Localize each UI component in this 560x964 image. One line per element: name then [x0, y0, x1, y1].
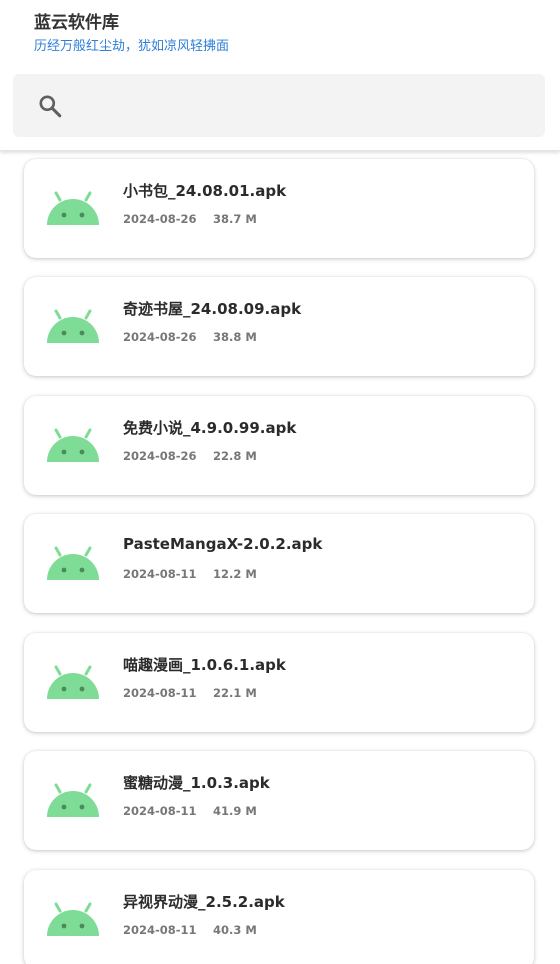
file-card[interactable]: 免费小说_4.9.0.99.apk 2024-08-26 22.8 M [24, 396, 534, 495]
file-name: 奇迹书屋_24.08.09.apk [123, 300, 302, 318]
file-card[interactable]: 异视界动漫_2.5.2.apk 2024-08-11 40.3 M [24, 870, 534, 964]
android-icon [47, 783, 99, 817]
file-list: 小书包_24.08.01.apk 2024-08-26 38.7 M 奇迹书屋_… [0, 151, 560, 964]
search-input[interactable] [77, 86, 531, 128]
file-date: 2024-08-11 [123, 923, 197, 937]
search-bar[interactable] [13, 74, 545, 137]
file-name: 小书包_24.08.01.apk [123, 182, 287, 200]
android-icon [47, 546, 99, 580]
file-date: 2024-08-11 [123, 804, 197, 818]
android-icon [47, 665, 99, 699]
file-card[interactable]: 奇迹书屋_24.08.09.apk 2024-08-26 38.8 M [24, 277, 534, 376]
file-date: 2024-08-26 [123, 212, 197, 226]
app-title: 蓝云软件库 [34, 13, 119, 33]
file-date: 2024-08-26 [123, 449, 197, 463]
file-date: 2024-08-11 [123, 686, 197, 700]
file-size: 22.1 M [213, 686, 257, 700]
app-subtitle: 历经万般红尘劫，犹如凉风轻拂面 [34, 39, 230, 54]
file-card[interactable]: PasteMangaX-2.0.2.apk 2024-08-11 12.2 M [24, 514, 534, 613]
file-name: 喵趣漫画_1.0.6.1.apk [123, 656, 286, 674]
search-icon[interactable] [37, 93, 63, 119]
android-icon [47, 902, 99, 936]
file-name: 蜜糖动漫_1.0.3.apk [123, 774, 270, 792]
android-icon [47, 191, 99, 225]
file-size: 22.8 M [213, 449, 257, 463]
file-card[interactable]: 蜜糖动漫_1.0.3.apk 2024-08-11 41.9 M [24, 751, 534, 850]
file-date: 2024-08-11 [123, 567, 197, 581]
file-size: 40.3 M [213, 923, 257, 937]
file-size: 41.9 M [213, 804, 257, 818]
file-name: 异视界动漫_2.5.2.apk [123, 893, 285, 911]
file-name: 免费小说_4.9.0.99.apk [123, 419, 297, 437]
file-date: 2024-08-26 [123, 330, 197, 344]
file-name: PasteMangaX-2.0.2.apk [123, 535, 323, 553]
file-card[interactable]: 喵趣漫画_1.0.6.1.apk 2024-08-11 22.1 M [24, 633, 534, 732]
file-size: 38.7 M [213, 212, 257, 226]
android-icon [47, 428, 99, 462]
file-size: 12.2 M [213, 567, 257, 581]
android-icon [47, 309, 99, 343]
app-header: 蓝云软件库 历经万般红尘劫，犹如凉风轻拂面 [0, 0, 560, 151]
file-size: 38.8 M [213, 330, 257, 344]
file-card[interactable]: 小书包_24.08.01.apk 2024-08-26 38.7 M [24, 159, 534, 258]
